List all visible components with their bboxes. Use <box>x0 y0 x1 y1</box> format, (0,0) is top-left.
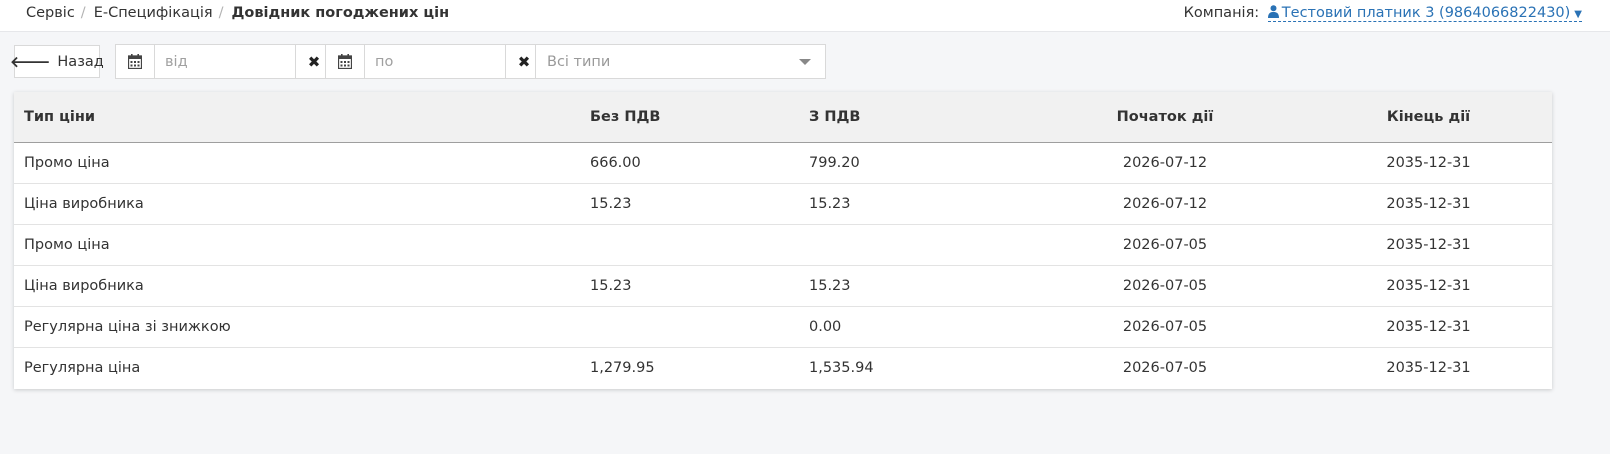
calendar-icon[interactable] <box>326 45 365 78</box>
date-from-group: ✖ <box>115 44 333 79</box>
price-type-select[interactable]: Всі типи <box>535 44 826 79</box>
top-bar: Сервіс / Е-Специфікація / Довідник погоджени… <box>0 0 1610 32</box>
price-type-cell: Ціна виробника <box>14 265 580 307</box>
without-vat-cell <box>580 306 799 348</box>
without-vat-cell: 15.23 <box>580 265 799 307</box>
start-date-cell: 2026-07-05 <box>1025 224 1305 266</box>
end-date-cell: 2035-12-31 <box>1305 306 1552 348</box>
back-button-label: Назад <box>57 53 104 70</box>
table-row[interactable]: Промо ціна 2026-07-05 2035-12-31 <box>14 224 1552 266</box>
column-header-without-vat[interactable]: Без ПДВ <box>580 92 799 143</box>
with-vat-cell: 1,535.94 <box>809 360 874 376</box>
arrow-left-icon: 🡐 <box>10 53 51 71</box>
without-vat-cell: 666.00 <box>580 142 799 184</box>
prices-table-panel: Тип ціни Без ПДВ З ПДВ Початок дії Кінец… <box>14 92 1552 389</box>
start-date-cell: 2026-07-12 <box>1025 183 1305 225</box>
breadcrumb-e-specification[interactable]: Е-Специфікація <box>94 5 213 21</box>
company-label: Компанія: <box>1183 5 1260 21</box>
column-header-price-type[interactable]: Тип ціни <box>14 92 580 143</box>
end-date-cell: 2035-12-31 <box>1386 360 1471 376</box>
without-vat-cell <box>580 224 799 266</box>
breadcrumb-separator: / <box>218 5 224 21</box>
table-row[interactable]: Регулярна ціна 1,279.95 1,535.94 2026-07… <box>14 348 1552 389</box>
price-type-select-value: Всі типи <box>547 53 611 70</box>
with-vat-cell: 15.23 <box>799 265 1025 307</box>
end-date-cell: 2035-12-31 <box>1305 142 1552 184</box>
start-date-cell: 2026-07-12 <box>1025 142 1305 184</box>
price-type-cell: Регулярна ціна зі знижкою <box>14 306 580 348</box>
table-row[interactable]: Ціна виробника 15.23 15.23 2026-07-05 20… <box>14 265 1552 307</box>
user-icon <box>1267 5 1279 22</box>
company-selector: Компанія: Тестовий платник 3 (9864066822… <box>1184 5 1582 22</box>
date-to-input[interactable] <box>365 45 505 78</box>
date-to-group: ✖ <box>325 44 543 79</box>
with-vat-cell <box>799 224 1025 266</box>
column-header-start-date[interactable]: Початок дії <box>1025 92 1305 143</box>
breadcrumb: Сервіс / Е-Специфікація / Довідник погоджени… <box>26 5 449 21</box>
without-vat-cell: 15.23 <box>580 183 799 225</box>
start-date-cell: 2026-07-05 <box>1025 265 1305 307</box>
column-header-with-vat[interactable]: З ПДВ <box>799 92 1025 143</box>
caret-down-icon: ▼ <box>1574 9 1582 20</box>
back-button[interactable]: 🡐 Назад <box>10 45 104 78</box>
start-date-cell: 2026-07-05 <box>1025 306 1305 348</box>
calendar-icon[interactable] <box>116 45 155 78</box>
with-vat-cell: 15.23 <box>799 183 1025 225</box>
table-row[interactable]: Регулярна ціна зі знижкою 0.00 2026-07-0… <box>14 306 1552 348</box>
breadcrumb-current: Довідник погоджених цін <box>231 5 450 21</box>
table-header-row: Тип ціни Без ПДВ З ПДВ Початок дії Кінец… <box>14 92 1552 143</box>
column-header-end-date[interactable]: Кінець дії <box>1305 92 1552 143</box>
with-vat-cell: 0.00 <box>799 306 1025 348</box>
breadcrumb-service[interactable]: Сервіс <box>26 5 75 21</box>
end-date-cell: 2035-12-31 <box>1305 224 1552 266</box>
date-from-input[interactable] <box>155 45 295 78</box>
dropdown-arrow-icon <box>799 59 811 65</box>
table-row[interactable]: Ціна виробника 15.23 15.23 2026-07-12 20… <box>14 183 1552 225</box>
with-vat-cell: 799.20 <box>799 142 1025 184</box>
price-type-cell: Промо ціна <box>14 142 580 184</box>
price-type-cell: Ціна виробника <box>14 183 580 225</box>
company-dropdown[interactable]: Тестовий платник 3 (9864066822430) ▼ <box>1267 5 1582 22</box>
prices-table: Тип ціни Без ПДВ З ПДВ Початок дії Кінец… <box>14 92 1552 388</box>
price-type-cell: Промо ціна <box>14 224 580 266</box>
without-vat-cell: 1,279.95 <box>590 360 655 376</box>
table-row[interactable]: Промо ціна 666.00 799.20 2026-07-12 2035… <box>14 142 1552 184</box>
breadcrumb-separator: / <box>80 5 86 21</box>
price-type-cell: Регулярна ціна <box>24 360 141 376</box>
end-date-cell: 2035-12-31 <box>1305 265 1552 307</box>
company-name: Тестовий платник 3 (9864066822430) <box>1281 5 1571 21</box>
start-date-cell: 2026-07-05 <box>1122 360 1208 376</box>
end-date-cell: 2035-12-31 <box>1305 183 1552 225</box>
